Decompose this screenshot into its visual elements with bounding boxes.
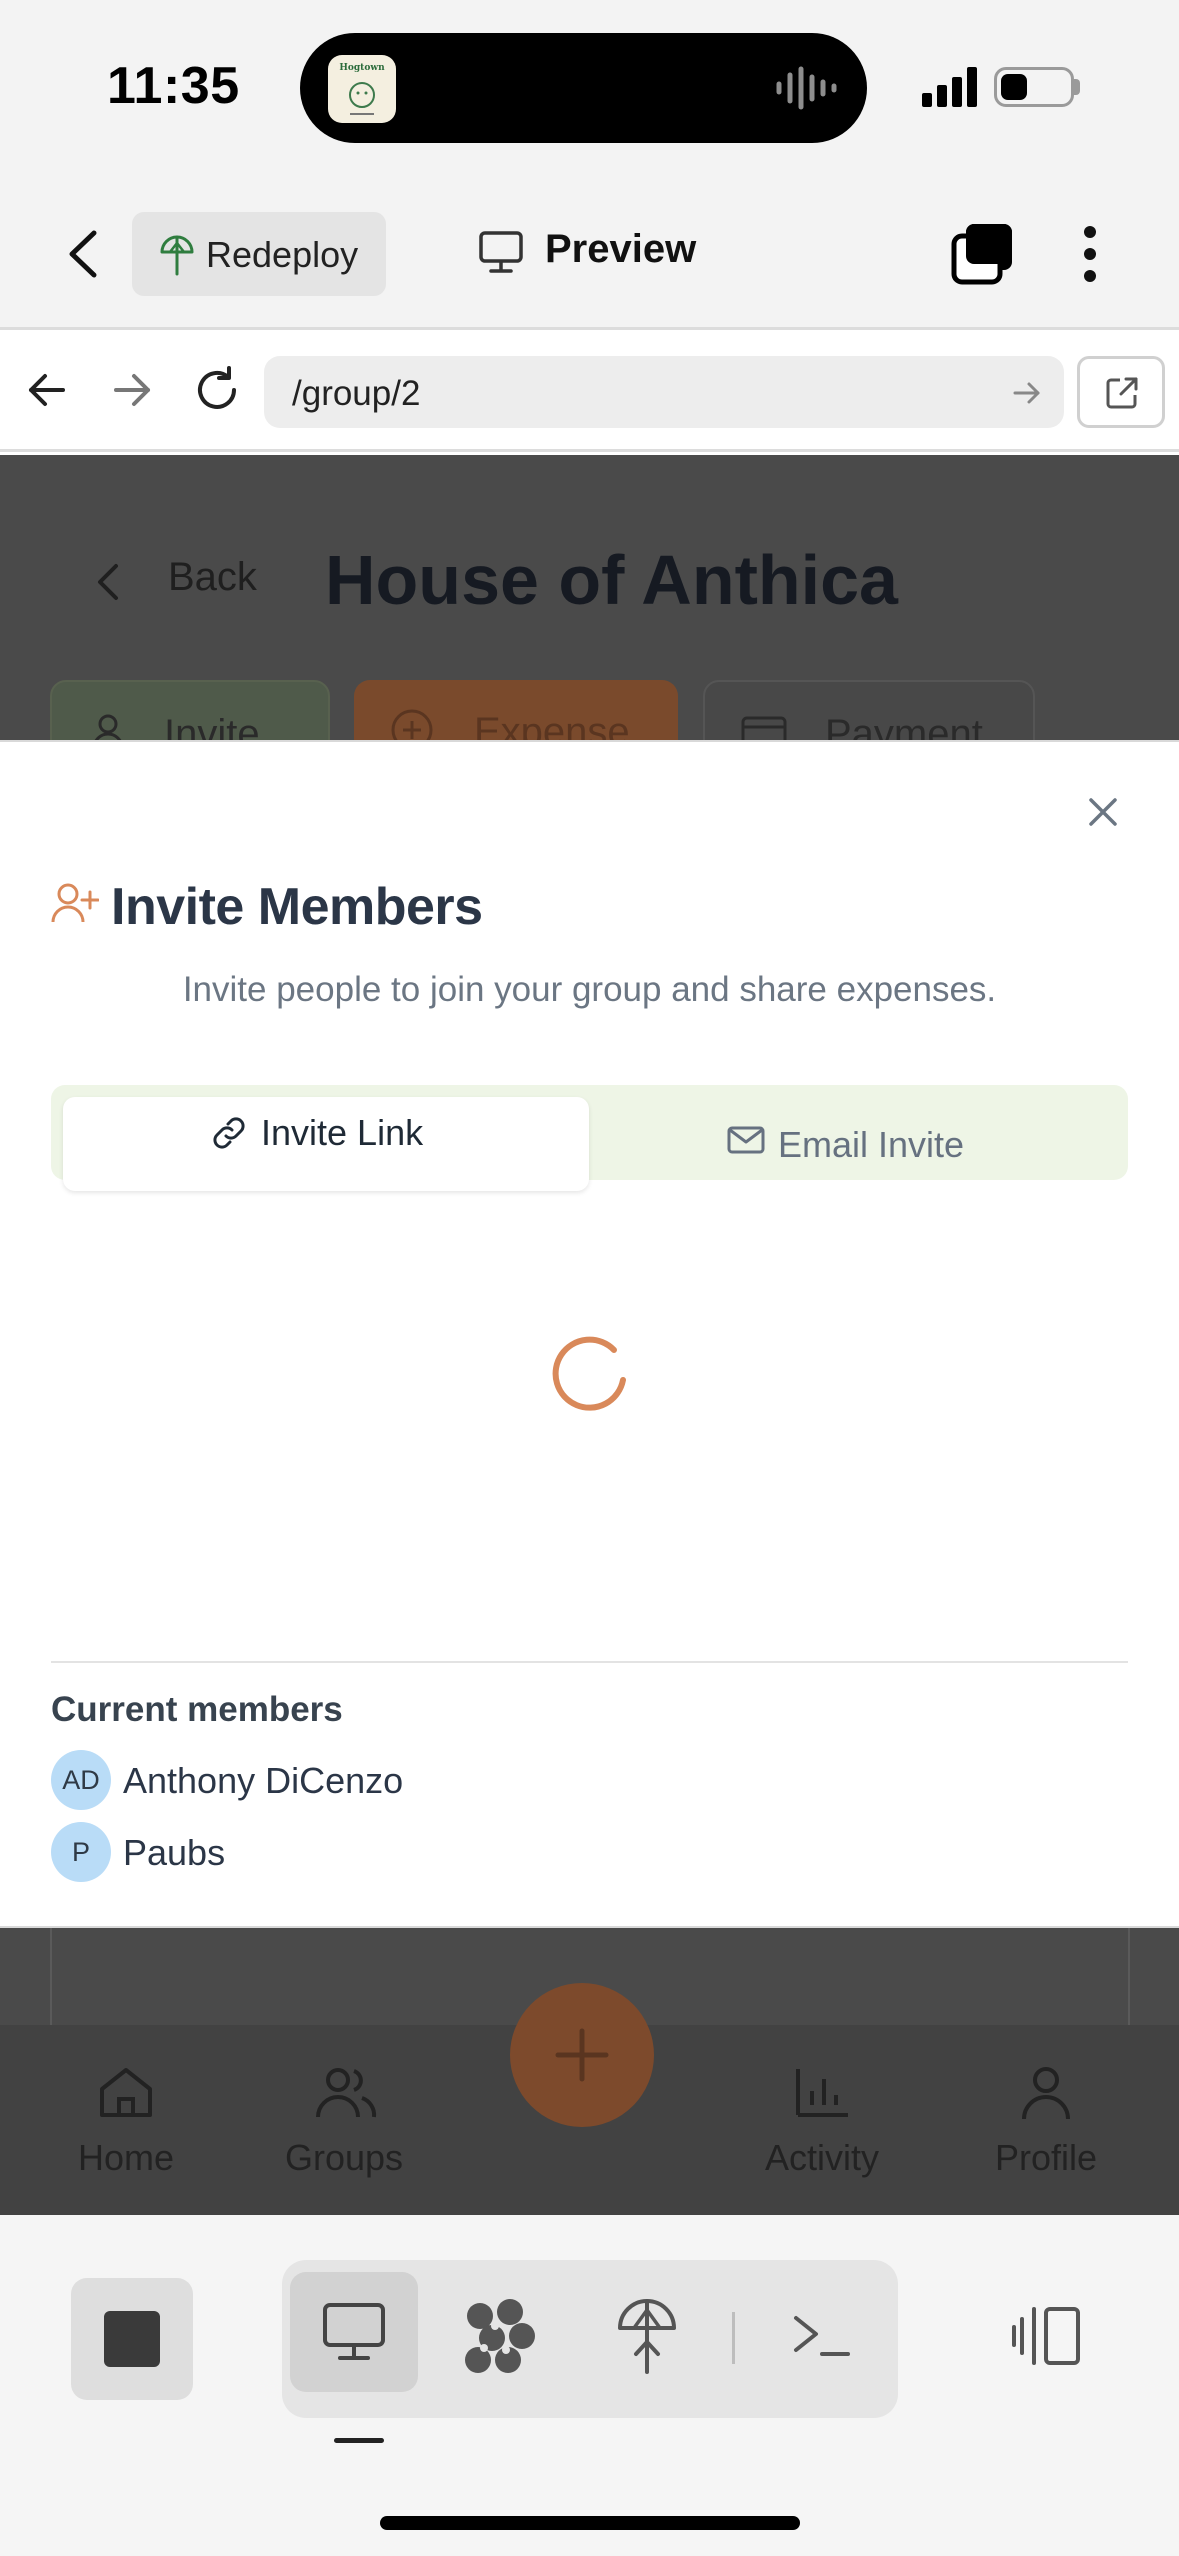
member-name: Paubs bbox=[123, 1832, 226, 1873]
url-text: /group/2 bbox=[292, 374, 421, 413]
chart-icon bbox=[796, 2069, 848, 2117]
plus-icon bbox=[555, 2028, 609, 2082]
member-item: P Paubs bbox=[51, 1822, 651, 1882]
battery-icon bbox=[994, 67, 1074, 107]
deploy-icon bbox=[160, 235, 194, 276]
open-external-button[interactable] bbox=[1077, 356, 1165, 428]
user-icon bbox=[1022, 2067, 1070, 2120]
separator bbox=[732, 2312, 735, 2364]
audio-wave-icon bbox=[776, 66, 837, 110]
arrow-left-icon[interactable] bbox=[25, 368, 69, 412]
users-icon bbox=[316, 2068, 377, 2118]
nav-item-groups[interactable]: Groups bbox=[264, 2025, 424, 2215]
dialog-subtitle: Invite people to join your group and sha… bbox=[182, 970, 997, 1009]
nav-item-activity[interactable]: Activity bbox=[742, 2025, 902, 2215]
tabs-icon[interactable] bbox=[950, 222, 1016, 286]
avatar: P bbox=[51, 1822, 111, 1882]
user-plus-icon bbox=[51, 883, 99, 923]
preview-view-button[interactable] bbox=[290, 2272, 418, 2392]
reload-icon[interactable] bbox=[192, 365, 242, 415]
active-indicator bbox=[334, 2438, 384, 2443]
deploy-icon[interactable] bbox=[616, 2296, 678, 2376]
redeploy-button[interactable]: Redeploy bbox=[132, 212, 386, 296]
mail-icon bbox=[727, 1126, 765, 1154]
bottom-nav: Home Groups Activity Profile bbox=[0, 1983, 1179, 2215]
member-name: Anthony DiCenzo bbox=[123, 1760, 404, 1801]
more-vertical-icon[interactable] bbox=[1082, 225, 1098, 283]
nav-item-home[interactable]: Home bbox=[46, 2025, 206, 2215]
external-link-icon bbox=[1106, 377, 1138, 409]
cellular-signal-icon bbox=[922, 67, 977, 107]
workflow-nodes-icon[interactable] bbox=[462, 2298, 538, 2374]
avatar: AD bbox=[51, 1750, 111, 1810]
back-icon[interactable] bbox=[60, 227, 110, 281]
invite-method-tabs: Invite Link Email Invite bbox=[51, 1085, 1128, 1191]
status-bar: 11:35 Hogtown bbox=[0, 0, 1179, 175]
link-icon bbox=[213, 1117, 245, 1149]
arrow-right-icon[interactable] bbox=[110, 368, 154, 412]
status-time: 11:35 bbox=[107, 57, 240, 115]
invite-members-dialog: Invite Members Invite people to join you… bbox=[0, 740, 1179, 1928]
dynamic-island: Hogtown bbox=[300, 33, 867, 143]
terminal-icon[interactable] bbox=[790, 2310, 854, 2362]
tab-invite-link-label[interactable]: Invite Link bbox=[261, 1112, 423, 1154]
view-switcher bbox=[282, 2260, 898, 2418]
current-members-heading: Current members bbox=[51, 1690, 343, 1729]
go-arrow-icon[interactable] bbox=[1012, 378, 1042, 408]
browser-nav-bar: /group/2 bbox=[0, 330, 1179, 452]
add-fab-button[interactable] bbox=[510, 1983, 654, 2127]
url-field[interactable]: /group/2 bbox=[264, 356, 1064, 428]
stop-icon bbox=[104, 2311, 160, 2367]
app-top-bar: Redeploy Preview bbox=[0, 175, 1179, 330]
dialog-title: Invite Members bbox=[111, 878, 483, 936]
split-view-icon[interactable] bbox=[1010, 2305, 1082, 2367]
member-item: AD Anthony DiCenzo bbox=[51, 1750, 651, 1810]
stop-button[interactable] bbox=[71, 2278, 193, 2400]
redeploy-label: Redeploy bbox=[206, 234, 359, 275]
app-badge-icon: Hogtown bbox=[328, 55, 396, 123]
nav-item-profile[interactable]: Profile bbox=[966, 2025, 1126, 2215]
tab-email-invite-label[interactable]: Email Invite bbox=[778, 1124, 964, 1166]
loading-spinner-icon bbox=[552, 1336, 626, 1411]
divider bbox=[51, 1661, 1128, 1663]
page-title: House of Anthica bbox=[325, 541, 898, 619]
home-indicator[interactable] bbox=[380, 2516, 800, 2530]
monitor-icon bbox=[479, 231, 523, 273]
page-back-button[interactable]: Back bbox=[168, 555, 257, 600]
dev-toolbar bbox=[0, 2215, 1179, 2556]
home-icon bbox=[100, 2068, 152, 2117]
monitor-icon bbox=[323, 2303, 385, 2360]
close-icon[interactable] bbox=[1083, 792, 1123, 832]
preview-label[interactable]: Preview bbox=[545, 227, 696, 272]
chevron-left-icon[interactable] bbox=[96, 562, 120, 602]
